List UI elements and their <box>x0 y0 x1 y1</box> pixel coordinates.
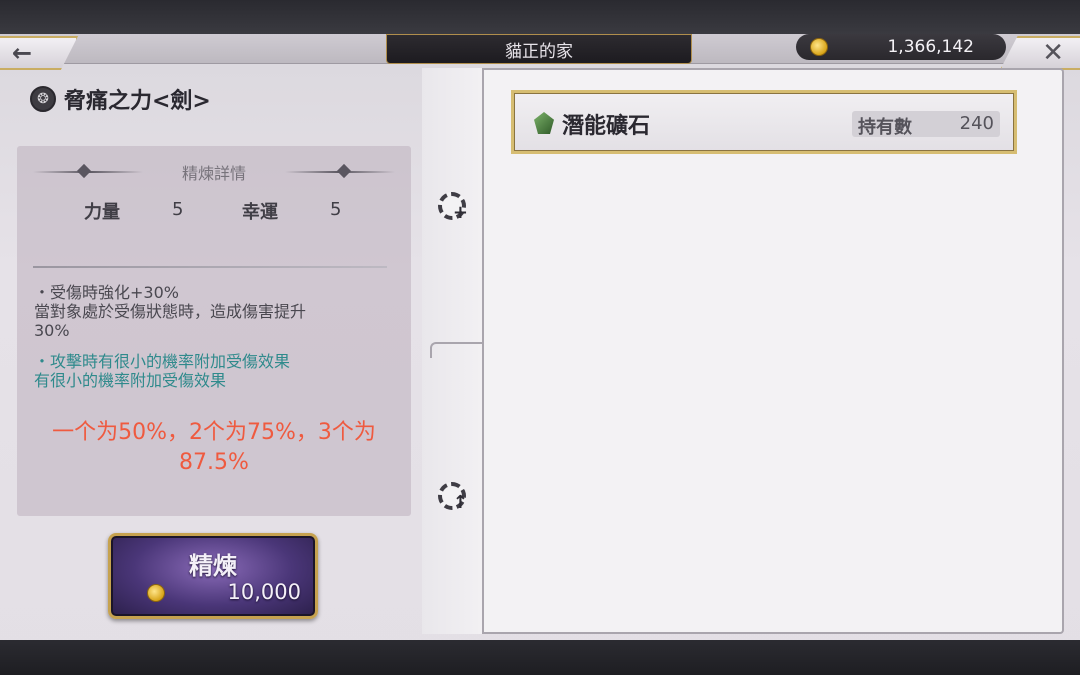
effect1-line3: 30% <box>34 321 70 340</box>
effect2-line2: 有很小的機率附加受傷效果 <box>34 371 227 390</box>
effect1-line1: ・受傷時強化+30% <box>34 283 179 302</box>
currency-amount: 1,366,142 <box>887 37 974 57</box>
note-line2: 87.5% <box>179 450 249 475</box>
page-title: 貓正的家 <box>386 34 692 64</box>
tab-refine-upgrade[interactable]: ↑ <box>434 478 470 514</box>
item-name: 脅痛之力<劍> <box>64 89 211 114</box>
refine-cost: 10,000 <box>227 580 301 604</box>
back-arrow-icon: ← <box>12 39 33 67</box>
stat-label-luck: 幸運 <box>242 202 278 223</box>
tab-divider <box>430 342 482 358</box>
back-button[interactable]: ← <box>0 36 78 70</box>
refine-label: 精煉 <box>189 552 237 580</box>
stat-value-luck: 5 <box>330 199 342 220</box>
details-divider <box>33 266 387 268</box>
refine-button[interactable]: 精煉 10,000 <box>108 533 318 619</box>
effect1-line2: 當對象處於受傷狀態時，造成傷害提升 <box>34 302 307 321</box>
coin-icon <box>147 584 165 602</box>
material-item-row[interactable]: 潛能礦石 持有數 240 <box>511 90 1017 154</box>
details-heading: 精煉詳情 <box>181 164 246 183</box>
gear-plus-icon: + <box>438 192 468 222</box>
owned-label: 持有數 <box>858 117 912 138</box>
currency-display: 1,366,142 <box>796 34 1006 60</box>
top-band <box>0 0 1080 34</box>
gear-up-arrow-icon: ↑ <box>438 482 468 512</box>
crystal-icon <box>534 112 554 134</box>
owned-count-box: 持有數 240 <box>852 111 1000 138</box>
annotation-note: 一个为50%，2个为75%，3个为 87.5% <box>24 418 404 478</box>
stat-value-strength: 5 <box>172 199 184 220</box>
material-name: 潛能礦石 <box>562 114 651 139</box>
bottom-band <box>0 640 1080 675</box>
close-icon: ✕ <box>1042 38 1064 68</box>
item-title: ❂ 脅痛之力<劍> <box>30 84 211 114</box>
coin-icon <box>810 38 828 56</box>
effect2-line1: ・攻擊時有很小的機率附加受傷效果 <box>34 352 291 371</box>
item-emblem-icon: ❂ <box>30 86 56 112</box>
effect-description-1: ・受傷時強化+30% 當對象處於受傷狀態時，造成傷害提升 30% <box>34 283 394 340</box>
owned-value: 240 <box>959 113 994 134</box>
effect-description-2: ・攻擊時有很小的機率附加受傷效果 有很小的機率附加受傷效果 <box>34 352 394 390</box>
stat-label-strength: 力量 <box>84 202 120 223</box>
note-line1: 一个为50%，2个为75%，3个为 <box>52 420 376 445</box>
tab-refine-add[interactable]: + <box>434 188 470 224</box>
